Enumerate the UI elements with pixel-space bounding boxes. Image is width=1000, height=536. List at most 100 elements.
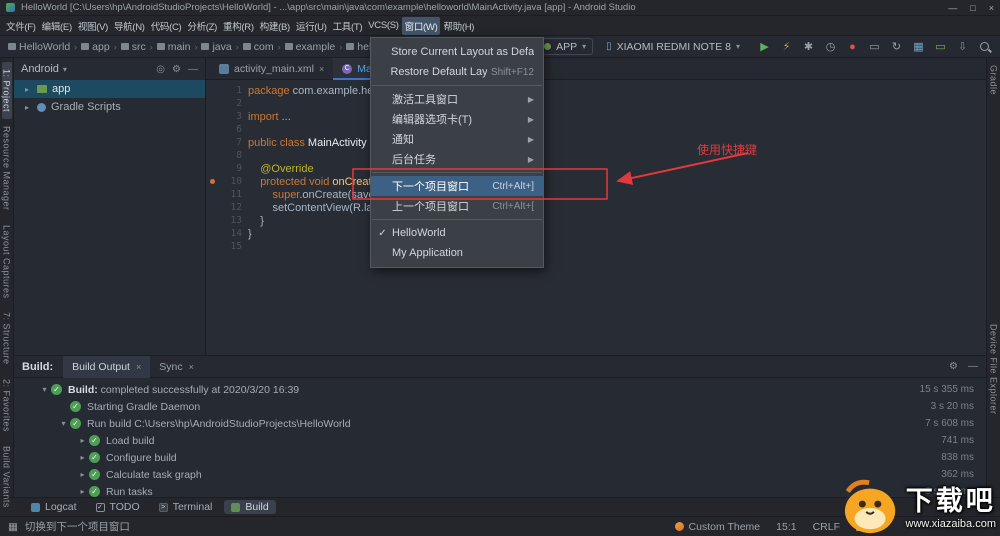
status-widget-1[interactable]: 15:1 <box>776 521 796 533</box>
chevron-icon[interactable]: ▸ <box>76 470 89 479</box>
tool-tab-build[interactable]: Build <box>224 500 276 514</box>
breadcrumb-item[interactable]: com <box>242 41 274 53</box>
locate-icon[interactable]: ◎ <box>156 64 165 75</box>
menu-item-12[interactable]: My Application <box>371 243 543 263</box>
profiler-icon[interactable]: ◷ <box>823 39 838 54</box>
build-output-tree: ▾ ✓ Build: completed successfully at 2020/… <box>14 378 986 500</box>
chevron-icon[interactable]: ▸ <box>76 453 89 462</box>
minimize-icon[interactable]: — <box>948 3 957 13</box>
success-check-icon: ✓ <box>70 401 81 412</box>
hide-panel-icon[interactable]: — <box>188 64 198 75</box>
apply-changes-icon[interactable]: ⚡ <box>779 39 794 54</box>
tool-stripe-bottom-0[interactable]: 2: Favorites <box>2 372 12 439</box>
stop-icon[interactable]: ● <box>845 39 860 54</box>
sdk-manager-icon[interactable]: ⇩ <box>955 39 970 54</box>
status-widget-2[interactable]: CRLF <box>813 521 840 533</box>
menubar-item-4[interactable]: 代码(C) <box>148 17 185 35</box>
menubar-item-3[interactable]: 导航(N) <box>111 17 148 35</box>
breadcrumb-item[interactable]: java <box>201 41 232 53</box>
code-lines[interactable]: 1 package com.example.helloworld; 2 3 import… <box>206 80 986 253</box>
run-configuration-select[interactable]: APP ▾ <box>537 38 594 55</box>
build-tab-0[interactable]: Build Output × <box>63 355 151 378</box>
build-row[interactable]: ▸ ✓ Configure build 838 ms <box>14 449 986 466</box>
close-icon[interactable]: × <box>189 362 194 372</box>
menubar-item-8[interactable]: 运行(U) <box>293 17 330 35</box>
chevron-icon[interactable]: ▸ <box>76 436 89 445</box>
menubar-item-2[interactable]: 视图(V) <box>75 17 111 35</box>
tool-stripe-3[interactable]: 7: Structure <box>2 305 12 372</box>
breadcrumb-separator-icon: › <box>113 41 117 52</box>
editor-tab-0[interactable]: activity_main.xml × <box>210 58 333 80</box>
project-tree-item[interactable]: ▸ app <box>14 80 205 98</box>
menu-item-0[interactable]: Store Current Layout as Default <box>371 42 543 62</box>
avd-manager-icon[interactable]: ▭ <box>933 39 948 54</box>
menu-item-8[interactable]: 下一个项目窗口 Ctrl+Alt+] <box>371 176 543 196</box>
build-row[interactable]: ▾ ✓ Build: completed successfully at 2020/… <box>14 381 986 398</box>
tool-tab-logcat[interactable]: Logcat <box>24 500 84 514</box>
device-select[interactable]: ▯ XIAOMI REDMI NOTE 8 ▾ <box>600 38 746 55</box>
build-row[interactable]: ▾ ✓ Run build C:\Users\hp\AndroidStudioPro… <box>14 415 986 432</box>
menubar-item-7[interactable]: 构建(B) <box>257 17 293 35</box>
menu-item-9[interactable]: 上一个项目窗口 Ctrl+Alt+[ <box>371 196 543 216</box>
close-icon[interactable]: × <box>136 362 141 372</box>
chevron-icon[interactable]: ▸ <box>76 487 89 496</box>
status-widget-label: 15:1 <box>776 520 797 533</box>
menu-item-11[interactable]: ✓ HelloWorld <box>371 223 543 243</box>
breadcrumb-item[interactable]: example <box>284 41 335 53</box>
chevron-icon[interactable]: ▾ <box>38 385 51 394</box>
menubar-item-6[interactable]: 重构(R) <box>220 17 257 35</box>
project-view-mode[interactable]: Android <box>21 63 59 75</box>
build-row[interactable]: ▸ ✓ Calculate task graph 362 ms <box>14 466 986 483</box>
debug-icon[interactable]: ✱ <box>801 39 816 54</box>
tool-windows-icon[interactable]: ▦ <box>8 521 18 533</box>
maximize-icon[interactable]: □ <box>970 3 975 13</box>
tool-tab-terminal[interactable]: > Terminal <box>152 500 220 514</box>
status-widget-3[interactable] <box>856 522 864 531</box>
menu-separator <box>372 219 542 220</box>
tool-stripe-0[interactable]: 1: Project <box>1 62 12 120</box>
menubar-item-12[interactable]: 帮助(H) <box>440 17 477 35</box>
tool-stripe-right-0[interactable]: Gradle <box>989 58 999 102</box>
menu-item-6[interactable]: 后台任务 ▶ <box>371 149 543 169</box>
menu-item-5[interactable]: 通知 ▶ <box>371 129 543 149</box>
minimize-panel-icon[interactable]: — <box>968 361 978 372</box>
menu-item-3[interactable]: 激活工具窗口 ▶ <box>371 89 543 109</box>
menubar-item-0[interactable]: 文件(F) <box>3 17 39 35</box>
chevron-icon[interactable]: ▾ <box>57 419 70 428</box>
build-settings-gear-icon[interactable]: ⚙ <box>949 361 958 372</box>
build-row-text: Configure build <box>106 451 177 464</box>
breadcrumb-item[interactable]: app <box>81 41 110 53</box>
tool-stripe-right-1[interactable]: Device File Explorer <box>989 317 999 422</box>
menubar-item-5[interactable]: 分析(Z) <box>184 17 220 35</box>
menu-item-1[interactable]: Restore Default LayoutShift+F12 <box>371 62 543 82</box>
tool-stripe-2[interactable]: Layout Captures <box>2 218 12 306</box>
project-tree-item[interactable]: ▸ Gradle Scripts <box>14 98 205 116</box>
device-manager-icon[interactable]: ▭ <box>867 39 882 54</box>
menubar-item-1[interactable]: 编辑(E) <box>39 17 75 35</box>
menubar-item-11[interactable]: 窗口(W) <box>401 16 441 35</box>
menubar-item-9[interactable]: 工具(T) <box>330 17 366 35</box>
breadcrumb-item[interactable]: HelloWorld <box>8 41 70 53</box>
status-widget-0[interactable]: Custom Theme <box>674 520 761 533</box>
close-icon[interactable]: × <box>989 3 994 13</box>
breadcrumb-item[interactable]: main <box>156 41 190 53</box>
menu-item-4[interactable]: 编辑器选项卡(T) ▶ <box>371 109 543 129</box>
layout-inspector-icon[interactable]: ▦ <box>911 39 926 54</box>
settings-gear-icon[interactable]: ⚙ <box>172 64 181 75</box>
run-icon[interactable]: ▶ <box>757 39 772 54</box>
close-icon[interactable]: × <box>319 64 324 74</box>
tool-tab-todo[interactable]: ✓ TODO <box>89 500 147 514</box>
build-row[interactable]: ▸ ✓ Load build 741 ms <box>14 432 986 449</box>
menubar-item-10[interactable]: VCS(S) <box>365 18 401 33</box>
sync-project-icon[interactable]: ↻ <box>889 39 904 54</box>
tool-stripe-1[interactable]: Resource Manager <box>2 119 12 218</box>
build-tab-1[interactable]: Sync × <box>150 356 203 378</box>
status-widget-label: Custom Theme <box>688 520 761 533</box>
search-everywhere-icon[interactable] <box>977 39 992 54</box>
build-row[interactable]: ✓ Starting Gradle Daemon 3 s 20 ms <box>14 398 986 415</box>
success-check-icon: ✓ <box>70 418 81 429</box>
breadcrumb-separator-icon: › <box>194 41 198 52</box>
editor-area[interactable]: activity_main.xml×CMainActivity.java× 1p… <box>206 58 986 355</box>
breadcrumb-item[interactable]: src <box>120 41 146 53</box>
tool-stripe-bottom-1[interactable]: Build Variants <box>2 439 12 515</box>
